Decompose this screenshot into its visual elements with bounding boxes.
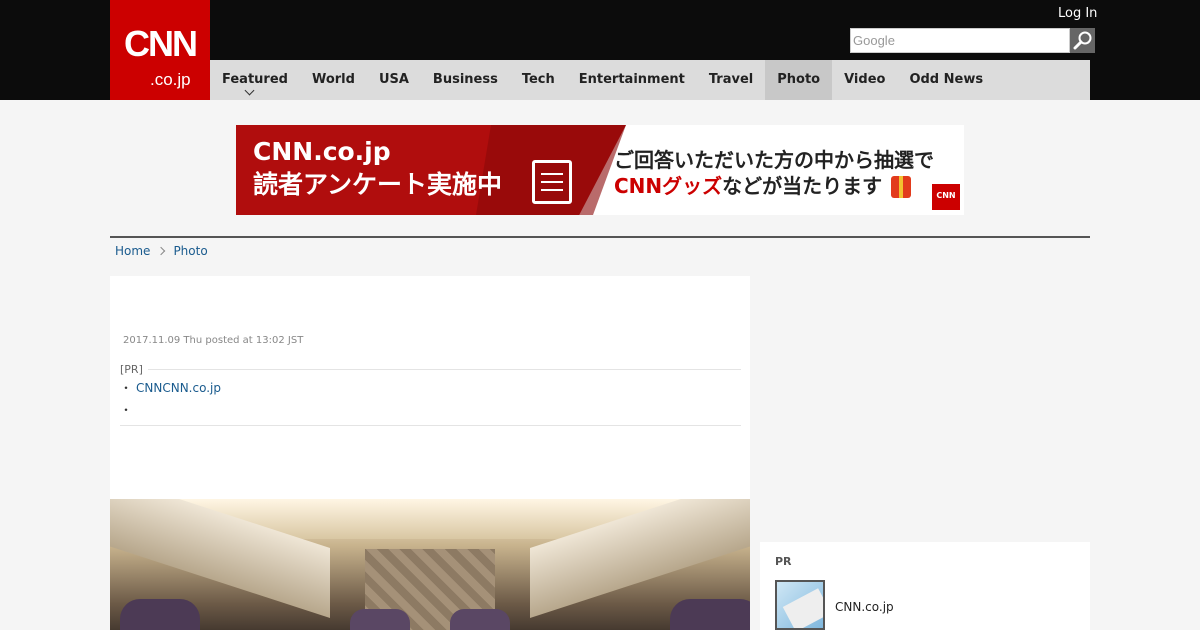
- pr-bottom-divider: [120, 425, 741, 426]
- search-icon: [1073, 31, 1092, 50]
- pr-item: ・ CNNCNN.co.jp: [120, 380, 221, 396]
- breadcrumb-photo[interactable]: Photo: [173, 243, 207, 259]
- nav-featured[interactable]: Featured: [210, 60, 300, 100]
- article-photo[interactable]: [110, 499, 750, 630]
- nav-tech[interactable]: Tech: [510, 60, 567, 100]
- nav-odd-news[interactable]: Odd News: [897, 60, 995, 100]
- banner-title: CNN.co.jp: [253, 137, 391, 166]
- banner-cnn-logo: CNN: [932, 184, 960, 210]
- top-bar: CNN .co.jp Log In Google Featured World US…: [0, 0, 1200, 100]
- breadcrumb-home[interactable]: Home: [115, 243, 150, 259]
- logo-text: CNN: [124, 23, 198, 64]
- search-input[interactable]: Google: [850, 28, 1070, 53]
- section-divider: [110, 236, 1090, 238]
- nav-usa[interactable]: USA: [367, 60, 421, 100]
- photo-seat-right: [670, 599, 750, 630]
- survey-note-icon: [532, 160, 572, 204]
- pr-label: [PR]: [120, 363, 143, 376]
- article-card: 2017.11.09 Thu posted at 13:02 JST [PR] …: [110, 276, 750, 630]
- logo-domain: .co.jp: [150, 70, 191, 89]
- banner-copy-line2: CNNグッズなどが当たります: [614, 173, 882, 199]
- nav-business[interactable]: Business: [421, 60, 510, 100]
- nav-entertainment[interactable]: Entertainment: [567, 60, 697, 100]
- search-button[interactable]: [1070, 28, 1095, 53]
- banner-copy-rest: などが当たります: [722, 174, 883, 198]
- nav-video[interactable]: Video: [832, 60, 897, 100]
- pr-item-empty: ・: [120, 403, 133, 417]
- banner-subtitle: 読者アンケート実施中: [253, 170, 503, 199]
- photo-seat-center-2: [450, 609, 510, 630]
- pr-thumbnail[interactable]: [775, 580, 825, 630]
- banner-goods-text: CNNグッズ: [614, 174, 723, 198]
- chevron-down-icon: [244, 85, 255, 96]
- photo-seat-center-1: [350, 609, 410, 630]
- post-date: 2017.11.09 Thu posted at 13:02 JST: [123, 335, 304, 346]
- photo-seat-left: [120, 599, 200, 630]
- login-link[interactable]: Log In: [1058, 6, 1097, 22]
- breadcrumb: Home Photo: [115, 243, 208, 259]
- gift-icon: [891, 176, 911, 198]
- nav-travel[interactable]: Travel: [697, 60, 765, 100]
- side-pr-box: PR CNN.co.jp: [760, 542, 1090, 630]
- chevron-right-icon: [157, 246, 166, 256]
- side-pr-link[interactable]: CNN.co.jp: [835, 599, 894, 615]
- survey-banner[interactable]: CNN.co.jp 読者アンケート実施中 ご回答いただいた方の中から抽選で CN…: [236, 125, 964, 215]
- main-nav: Featured World USA Business Tech Entertainmen…: [210, 60, 1090, 100]
- nav-world[interactable]: World: [300, 60, 367, 100]
- cnn-logo[interactable]: CNN .co.jp: [110, 0, 210, 100]
- nav-photo[interactable]: Photo: [765, 60, 833, 100]
- pr-bullet: ・: [120, 381, 133, 395]
- pr-link[interactable]: CNNCNN.co.jp: [136, 381, 221, 395]
- banner-copy-line1: ご回答いただいた方の中から抽選で: [614, 148, 934, 172]
- side-pr-title: PR: [775, 555, 792, 568]
- pr-divider: [148, 369, 741, 370]
